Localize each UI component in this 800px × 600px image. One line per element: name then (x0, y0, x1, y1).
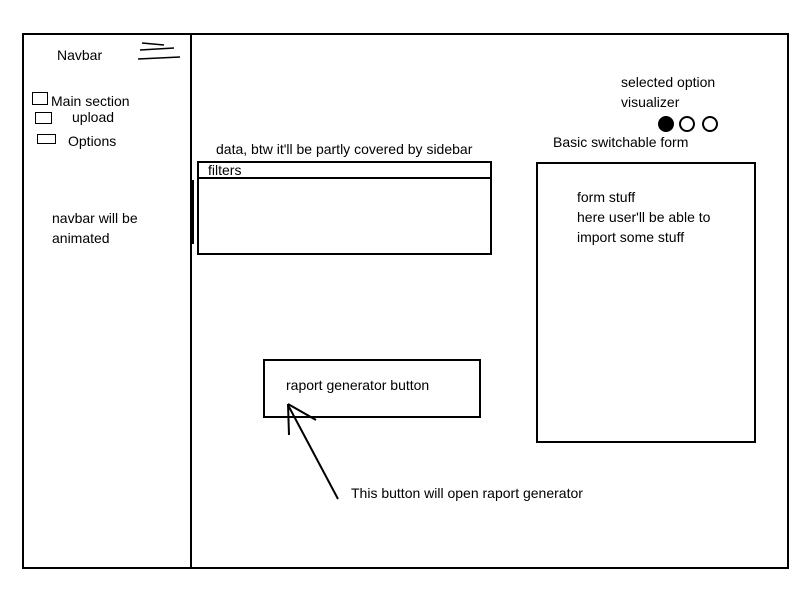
data-section-caption: data, btw it'll be partly covered by sid… (216, 141, 473, 157)
visualizer-dot-2[interactable] (679, 116, 695, 132)
navbar-note-line-2: animated (52, 230, 110, 246)
form-section-caption: Basic switchable form (553, 134, 689, 150)
visualizer-dot-1[interactable] (658, 116, 674, 132)
visualizer-label-line-1: selected option (621, 74, 716, 90)
navbar-note-line-1: navbar will be (52, 210, 138, 226)
report-button-annotation: This button will open raport generator (351, 485, 583, 501)
form-line-1: form stuff (577, 189, 636, 205)
switchable-form (536, 162, 756, 443)
filters-bar[interactable]: filters (208, 161, 241, 178)
sidebar-item-upload[interactable]: upload (72, 107, 114, 127)
form-line-2: here user'll be able to (577, 209, 711, 225)
main-section-icon (32, 92, 48, 105)
visualizer-label-line-2: visualizer (621, 94, 680, 110)
menu-icon[interactable] (136, 40, 184, 64)
sidebar-item-options[interactable]: Options (68, 131, 116, 151)
menu-icon-line-1 (141, 42, 165, 46)
form-line-3: import some stuff (577, 229, 685, 245)
report-generator-button-label: raport generator button (286, 377, 430, 393)
upload-icon (35, 112, 52, 124)
data-panel-edge-mark (192, 180, 194, 244)
options-icon (37, 134, 56, 144)
menu-icon-line-3 (137, 56, 181, 60)
menu-icon-line-2 (139, 47, 175, 51)
visualizer-dot-3[interactable] (702, 116, 718, 132)
navbar-title: Navbar (57, 47, 103, 63)
